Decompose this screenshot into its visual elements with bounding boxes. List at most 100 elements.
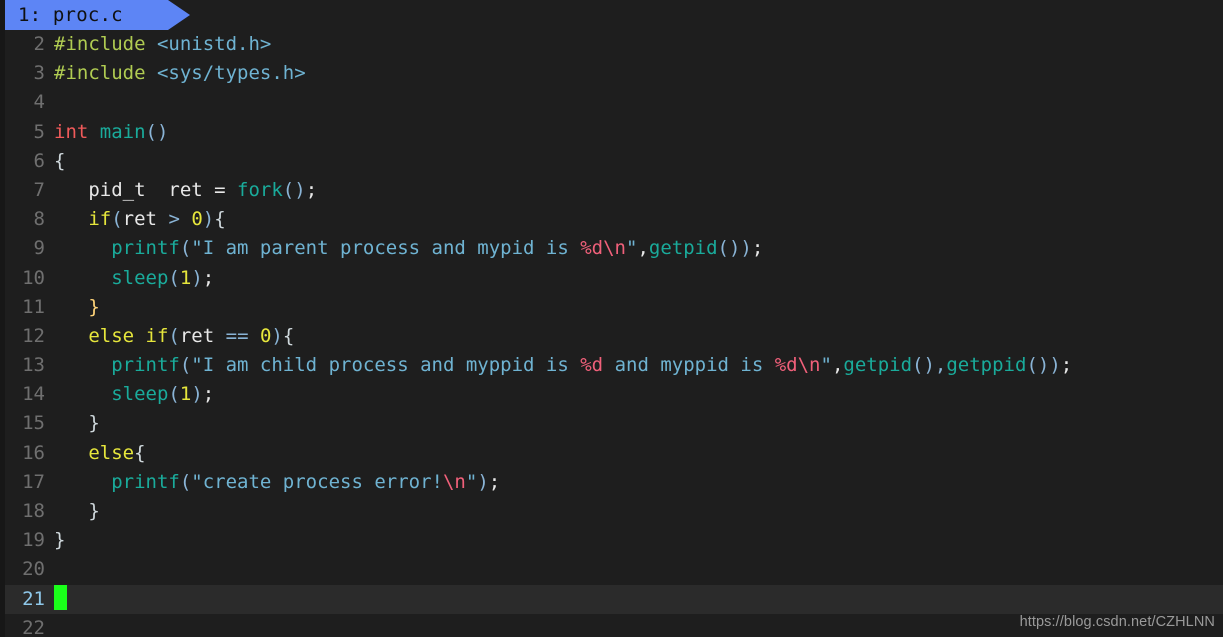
line-number: 21 bbox=[22, 587, 45, 610]
code-token: ( bbox=[168, 383, 180, 406]
tab-proc-c[interactable]: 1: proc.c bbox=[5, 0, 190, 30]
line-source: else if(ret == 0){ bbox=[45, 322, 294, 351]
code-token: pid_t ret = bbox=[54, 178, 238, 201]
code-line[interactable]: 19} bbox=[0, 526, 1223, 555]
tab-bar: 1: proc.c bbox=[0, 0, 1223, 30]
code-token: getpid bbox=[843, 354, 913, 377]
code-token: ) bbox=[477, 470, 489, 493]
line-number: 17 bbox=[22, 470, 45, 493]
code-token: 1 bbox=[179, 266, 192, 289]
code-token: ret bbox=[179, 324, 226, 347]
line-number: 5 bbox=[33, 120, 45, 143]
code-line[interactable]: 17 printf("create process error!\n"); bbox=[0, 468, 1223, 497]
code-token: (), bbox=[912, 354, 947, 377]
text-cursor bbox=[54, 584, 67, 610]
code-line[interactable]: 10 sleep(1); bbox=[0, 264, 1223, 293]
code-token: <unistd.h> bbox=[156, 33, 272, 55]
code-token: printf bbox=[111, 470, 180, 493]
line-source: sleep(1); bbox=[45, 264, 214, 293]
code-token: else if bbox=[88, 324, 169, 347]
line-source: #include <unistd.h> bbox=[45, 30, 271, 59]
code-token: sleep bbox=[111, 383, 169, 406]
code-line[interactable]: 4 bbox=[0, 88, 1223, 117]
code-line[interactable]: 7 pid_t ret = fork(); bbox=[0, 176, 1223, 205]
code-token: #include bbox=[54, 33, 146, 55]
code-line[interactable]: 18 } bbox=[0, 497, 1223, 526]
code-token: } bbox=[54, 529, 66, 552]
code-line[interactable]: 8 if(ret > 0){ bbox=[0, 205, 1223, 234]
code-token: \n bbox=[442, 470, 466, 493]
line-number: 11 bbox=[22, 295, 45, 318]
code-token: { bbox=[54, 149, 66, 172]
code-token: ; bbox=[751, 237, 764, 260]
code-token: ) bbox=[202, 208, 215, 231]
code-token: , bbox=[831, 354, 844, 377]
code-token: ( bbox=[179, 470, 192, 493]
code-line[interactable]: 12 else if(ret == 0){ bbox=[0, 322, 1223, 351]
code-token: getppid bbox=[946, 354, 1027, 377]
code-token: ) bbox=[191, 266, 203, 289]
code-token: { bbox=[134, 441, 146, 464]
code-token: " bbox=[626, 237, 638, 260]
code-token: { bbox=[282, 324, 295, 347]
code-line[interactable]: 14 sleep(1); bbox=[0, 380, 1223, 409]
line-source bbox=[45, 584, 67, 614]
code-line[interactable]: 11 } bbox=[0, 293, 1223, 322]
line-source: else{ bbox=[45, 439, 146, 468]
code-line[interactable]: 2 #include <unistd.h> bbox=[0, 30, 1223, 59]
code-token: ( bbox=[179, 354, 192, 377]
code-line[interactable]: 6{ bbox=[0, 147, 1223, 176]
code-line[interactable]: 21 bbox=[0, 584, 1223, 614]
code-line[interactable]: 16 else{ bbox=[0, 439, 1223, 468]
code-line[interactable]: 5 int main() bbox=[0, 118, 1223, 147]
code-content[interactable]: 2 #include <unistd.h> 3 #include <sys/types… bbox=[0, 30, 1223, 637]
line-number: 12 bbox=[22, 324, 45, 347]
code-token: > bbox=[168, 208, 180, 231]
line-number: 13 bbox=[22, 354, 45, 377]
line-source: { bbox=[45, 147, 65, 176]
code-editor-window: 1: proc.c 2 #include <unistd.h> 3 #include … bbox=[0, 0, 1223, 637]
code-token: } bbox=[88, 295, 100, 318]
code-token: getpid bbox=[648, 237, 718, 260]
code-token: printf bbox=[111, 237, 180, 260]
code-token: " bbox=[820, 354, 832, 377]
code-token: ; bbox=[1060, 354, 1073, 377]
line-source: int main() bbox=[45, 118, 168, 147]
line-source: if(ret > 0){ bbox=[45, 205, 226, 234]
line-number: 14 bbox=[22, 383, 45, 406]
code-token: ) bbox=[271, 324, 283, 347]
code-token: if bbox=[88, 208, 112, 231]
line-source: sleep(1); bbox=[45, 380, 214, 409]
code-line[interactable]: 15 } bbox=[0, 409, 1223, 438]
code-line[interactable]: 9 printf("I am parent process and mypid … bbox=[0, 234, 1223, 263]
line-source: printf("create process error!\n"); bbox=[45, 468, 500, 497]
code-token: " bbox=[465, 470, 478, 493]
line-source: #include <sys/types.h> bbox=[45, 59, 306, 88]
code-line[interactable]: 20 bbox=[0, 555, 1223, 584]
code-token: ) bbox=[191, 383, 203, 406]
code-token: printf bbox=[111, 354, 180, 377]
line-source: } bbox=[45, 409, 99, 438]
code-line[interactable]: 13 printf("I am child process and myppid… bbox=[0, 351, 1223, 380]
code-token: ()) bbox=[717, 237, 752, 260]
code-token: ( bbox=[111, 208, 123, 231]
code-token: main bbox=[99, 120, 146, 143]
line-number: 8 bbox=[33, 208, 45, 231]
code-token: 1 bbox=[179, 383, 192, 406]
code-token: { bbox=[214, 208, 226, 231]
code-line[interactable]: 3 #include <sys/types.h> bbox=[0, 59, 1223, 88]
code-token: ( bbox=[168, 266, 180, 289]
line-number: 10 bbox=[22, 266, 45, 289]
